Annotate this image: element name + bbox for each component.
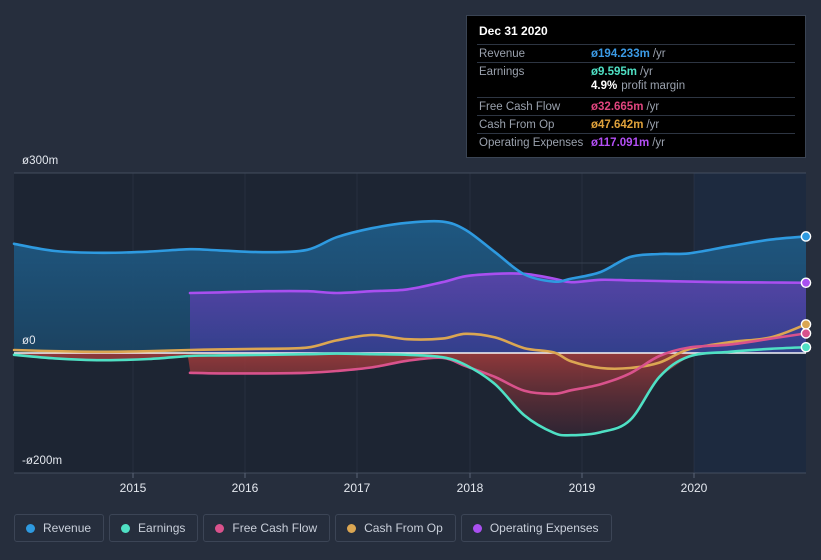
legend-item-label: Revenue [43, 521, 92, 535]
legend-swatch-icon [26, 523, 35, 533]
legend-swatch-icon [215, 523, 225, 533]
tooltip-row-label: Operating Expenses [479, 136, 584, 149]
x-axis-tick-2019: 2019 [568, 481, 596, 495]
legend-item-free-cash-flow[interactable]: Free Cash Flow [203, 514, 331, 542]
legend-swatch-icon [121, 523, 131, 533]
tooltip-row-value: ø47.642m [591, 118, 644, 131]
tooltip-row-value: ø117.091m [591, 136, 650, 149]
legend-item-label: Earnings [138, 521, 186, 535]
series-endpoint-marker [800, 231, 812, 242]
tooltip-row-value: ø9.595m [591, 65, 638, 78]
legend-item-label: Free Cash Flow [232, 521, 318, 535]
legend-item-cash-from-op[interactable]: Cash From Op [335, 514, 456, 542]
legend-item-label: Operating Expenses [489, 521, 599, 535]
tooltip-row-value-group: ø32.665m/yr [591, 101, 659, 113]
series-endpoint-marker [800, 277, 812, 289]
tooltip-row-unit: /yr [646, 118, 660, 131]
tooltip-row: Cash From Op ø47.642m/yr [477, 115, 795, 133]
x-axis-tick-2017: 2017 [343, 481, 371, 495]
tooltip-row: Revenue ø194.233m/yr [477, 44, 795, 62]
tooltip-row: Operating Expenses ø117.091m/yr [477, 133, 795, 151]
tooltip-row-unit: /yr [652, 136, 665, 149]
series-endpoint-marker [800, 328, 812, 339]
tooltip-row-value-group: ø117.091m/yr [591, 137, 665, 149]
tooltip-row: 4.9% profit margin [477, 80, 795, 97]
tooltip-row-value-group: 4.9% profit margin [591, 80, 685, 92]
x-axis-tick-2015: 2015 [119, 481, 147, 495]
tooltip-row-label: Cash From Op [479, 118, 555, 131]
tooltip-row-value-group: ø194.233m/yr [591, 48, 666, 60]
tooltip-date: Dec 31 2020 [479, 24, 548, 38]
x-axis-tick-2018: 2018 [456, 481, 484, 495]
tooltip-row-value: 4.9% [591, 80, 618, 92]
series-endpoint-marker [800, 341, 812, 353]
x-axis-tick-2016: 2016 [231, 481, 259, 495]
tooltip-row: Free Cash Flow ø32.665m/yr [477, 97, 795, 115]
legend-item-earnings[interactable]: Earnings [109, 514, 199, 542]
tooltip-row-unit: /yr [652, 47, 666, 60]
tooltip-row-unit: /yr [646, 100, 660, 113]
chart-legend: Revenue Earnings Free Cash Flow Cash From O… [14, 514, 612, 542]
series-endpoint-marker [800, 319, 812, 330]
legend-item-operating-expenses[interactable]: Operating Expenses [460, 514, 612, 542]
chart-tooltip: Dec 31 2020 Revenue ø194.233m/yr Earnings ø… [466, 15, 806, 158]
tooltip-row-value: ø194.233m [591, 47, 650, 60]
finance-chart-screen: ø300m ø0 -ø200m 2015 2016 2017 2018 2019… [0, 0, 821, 560]
tooltip-row: Earnings ø9.595m/yr [477, 62, 795, 80]
legend-item-revenue[interactable]: Revenue [14, 514, 105, 542]
y-axis-tick-1: ø0 [22, 335, 36, 347]
x-axis-tick-2020: 2020 [680, 481, 708, 495]
legend-swatch-icon [347, 523, 357, 533]
tooltip-row-unit: /yr [640, 65, 653, 78]
y-axis-tick-2: -ø200m [22, 455, 63, 467]
tooltip-row-value: ø32.665m [591, 100, 644, 113]
y-axis-tick-0: ø300m [22, 155, 59, 167]
tooltip-row-label: Earnings [479, 65, 525, 78]
tooltip-rows: Revenue ø194.233m/yr Earnings ø9.595m/yr 4.9… [477, 44, 795, 151]
tooltip-row-label: Free Cash Flow [479, 100, 561, 113]
legend-swatch-icon [472, 523, 482, 533]
tooltip-row-sublabel: profit margin [621, 80, 686, 92]
legend-item-label: Cash From Op [364, 521, 443, 535]
tooltip-row-value-group: ø9.595m/yr [591, 66, 653, 78]
tooltip-row-value-group: ø47.642m/yr [591, 119, 659, 131]
tooltip-row-label: Revenue [479, 47, 526, 60]
